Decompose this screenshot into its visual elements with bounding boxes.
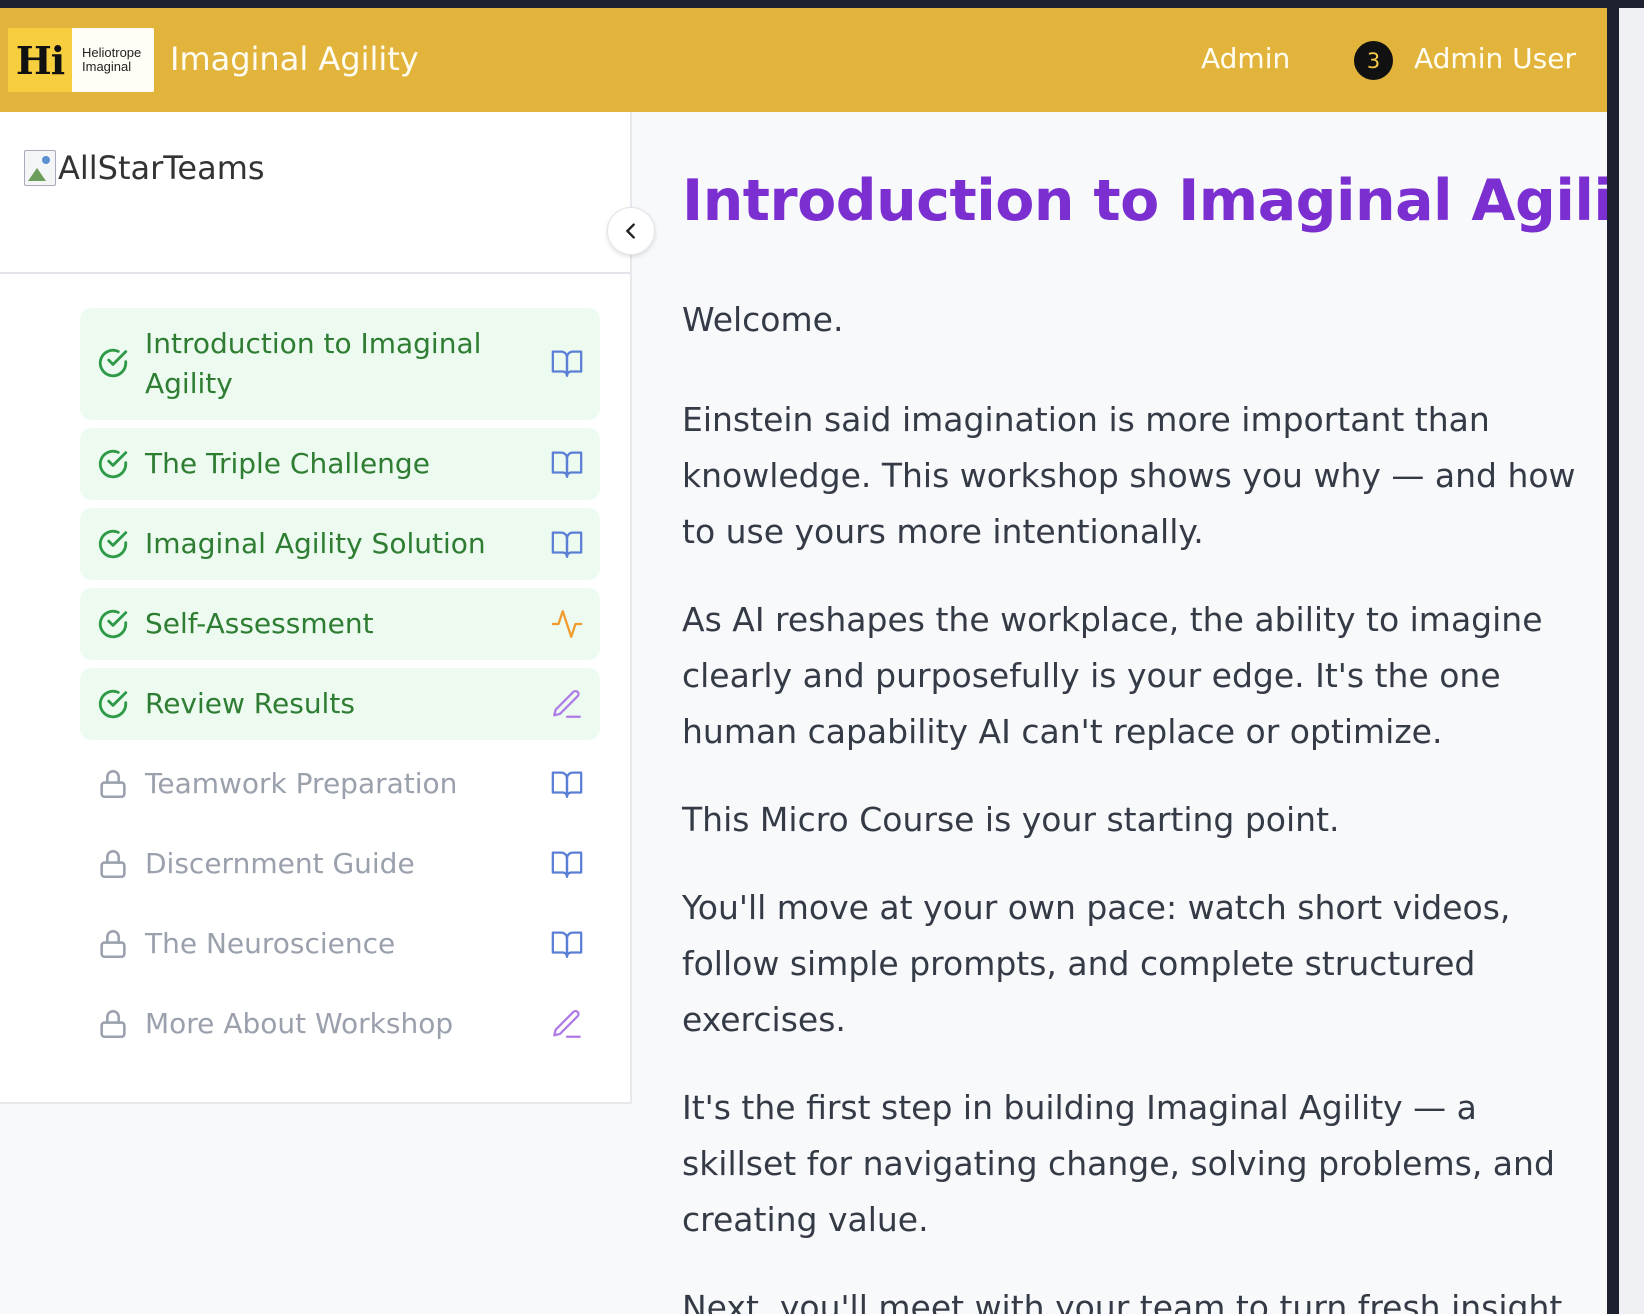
- heliotrope-logo[interactable]: Hi Heliotrope Imaginal: [8, 28, 154, 92]
- nav-item-introduction[interactable]: Introduction to Imaginal Agility: [80, 308, 600, 420]
- broken-image-icon: [24, 150, 56, 186]
- nav-item-label: Discernment Guide: [145, 847, 415, 880]
- paragraph: Welcome.: [682, 300, 844, 339]
- nav-item-label: The Triple Challenge: [145, 447, 430, 480]
- check-circle-icon: [98, 449, 128, 479]
- book-icon: [551, 451, 583, 478]
- sidebar-divider: [0, 272, 630, 274]
- user-menu[interactable]: Admin User: [1414, 42, 1576, 75]
- pencil-icon: [553, 1009, 581, 1038]
- check-circle-icon: [98, 529, 128, 559]
- pencil-icon: [553, 689, 581, 718]
- nav-item-label: Imaginal Agility Solution: [145, 527, 486, 560]
- logo-mark: Hi: [8, 28, 72, 92]
- lock-icon: [100, 850, 126, 879]
- app-title[interactable]: Imaginal Agility: [170, 40, 419, 78]
- sidebar: AllStarTeams Introduction to Imaginal Ag…: [0, 112, 632, 1104]
- nav-item-neuroscience[interactable]: The Neuroscience: [80, 908, 600, 980]
- check-circle-icon: [98, 689, 128, 719]
- window-top-edge: [0, 0, 1644, 8]
- book-icon: [551, 931, 583, 958]
- chevron-left-icon: [626, 223, 635, 239]
- paragraph: This Micro Course is your starting point…: [682, 800, 1340, 839]
- lock-icon: [100, 770, 126, 799]
- allstarteams-logo: AllStarTeams: [24, 146, 265, 190]
- nav-item-label: Self-Assessment: [145, 607, 374, 640]
- paragraph: As AI reshapes the workplace, the abilit…: [682, 600, 1543, 751]
- activity-icon: [551, 610, 583, 638]
- window-right-border: [1607, 8, 1619, 1314]
- check-circle-icon: [98, 348, 128, 378]
- lock-icon: [100, 930, 126, 959]
- check-circle-icon: [98, 609, 128, 639]
- logo-wordmark: Heliotrope Imaginal: [82, 45, 142, 74]
- nav-item-label: Teamwork Preparation: [145, 767, 458, 800]
- intro-text: Welcome. Einstein said imagination is mo…: [682, 292, 1582, 1314]
- nav-item-teamwork-preparation[interactable]: Teamwork Preparation: [80, 748, 600, 820]
- book-icon: [551, 851, 583, 878]
- nav-item-solution[interactable]: Imaginal Agility Solution: [80, 508, 600, 580]
- paragraph: Next, you'll meet with your team to turn…: [682, 1288, 1563, 1314]
- app-window: Hi Heliotrope Imaginal Imaginal Agility …: [0, 8, 1607, 1314]
- book-icon: [551, 350, 583, 377]
- lock-icon: [100, 1010, 126, 1039]
- top-navbar: Hi Heliotrope Imaginal Imaginal Agility …: [0, 8, 1607, 112]
- nav-item-self-assessment[interactable]: Self-Assessment: [80, 588, 600, 660]
- logo-alt-text: AllStarTeams: [58, 149, 265, 187]
- user-avatar-badge[interactable]: 3: [1354, 41, 1393, 80]
- admin-link[interactable]: Admin: [1201, 42, 1290, 75]
- paragraph: It's the first step in building Imaginal…: [682, 1088, 1555, 1239]
- book-icon: [551, 771, 583, 798]
- nav-item-label: More About Workshop: [145, 1007, 454, 1040]
- nav-item-discernment-guide[interactable]: Discernment Guide: [80, 828, 600, 900]
- book-icon: [551, 531, 583, 558]
- nav-item-label: Review Results: [145, 687, 355, 720]
- nav-item-review-results[interactable]: Review Results: [80, 668, 600, 740]
- nav-item-label: The Neuroscience: [145, 927, 396, 960]
- nav-item-label: Introduction to Imaginal Agility: [145, 327, 482, 400]
- sidebar-collapse-button[interactable]: [607, 207, 655, 255]
- paragraph: You'll move at your own pace: watch shor…: [682, 888, 1511, 1039]
- nav-item-triple-challenge[interactable]: The Triple Challenge: [80, 428, 600, 500]
- paragraph: Einstein said imagination is more import…: [682, 400, 1576, 551]
- page-title: Introduction to Imaginal Agility: [682, 168, 1607, 234]
- main-content: Introduction to Imaginal Agility Welcome…: [632, 112, 1607, 1314]
- nav-item-more-about-workshop[interactable]: More About Workshop: [80, 988, 600, 1060]
